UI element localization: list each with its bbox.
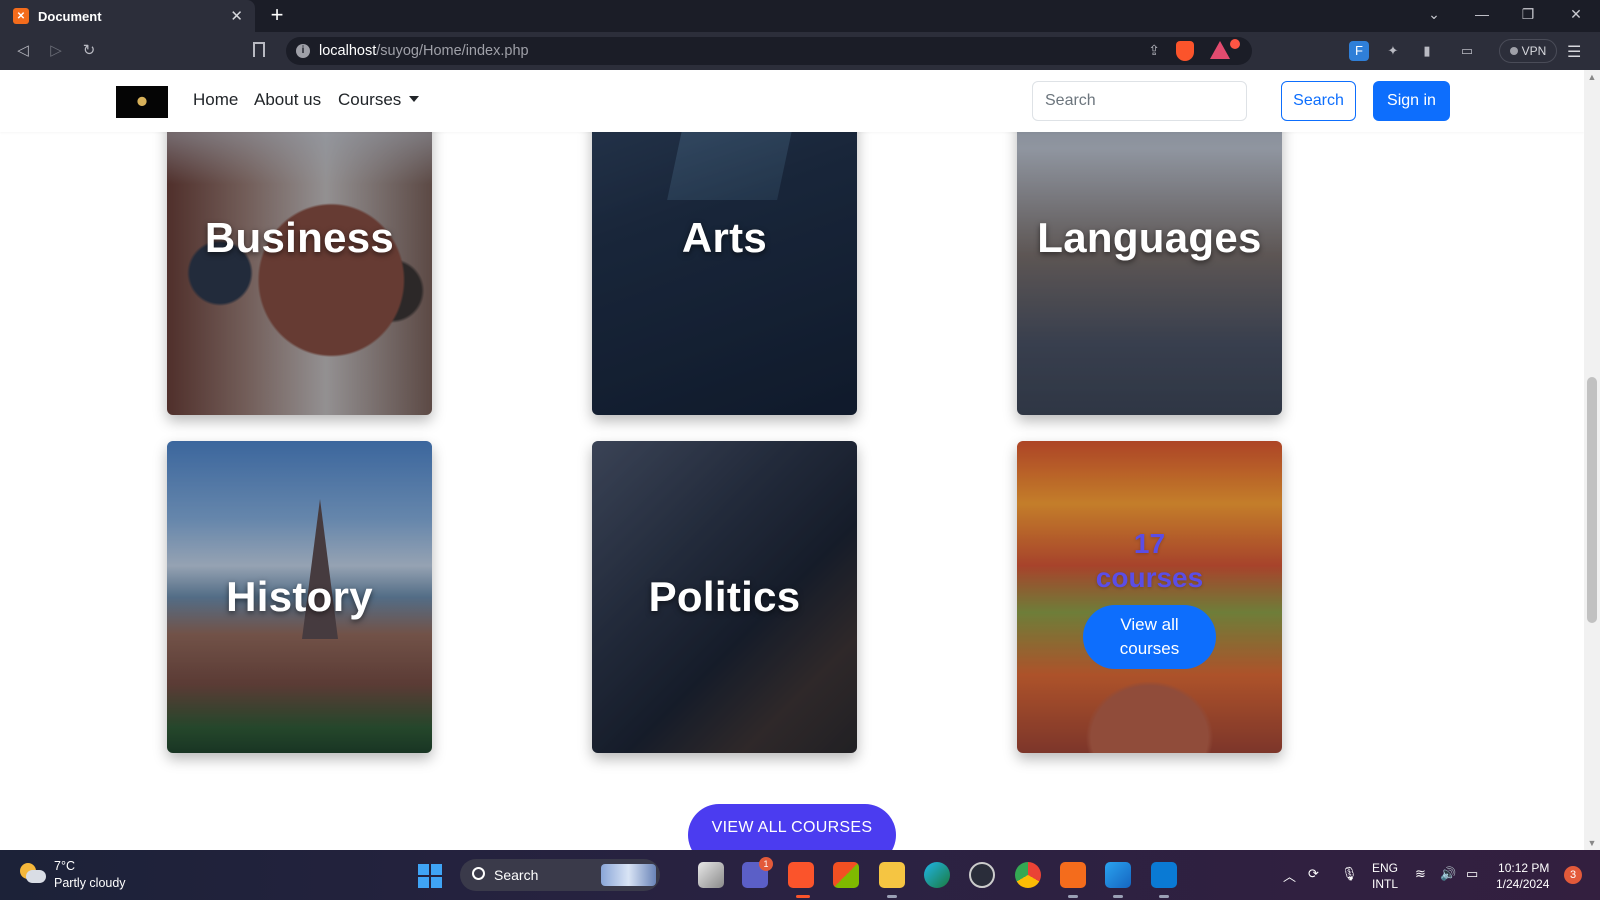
back-icon[interactable]: ◁ bbox=[12, 40, 34, 62]
minimize-icon[interactable]: — bbox=[1468, 6, 1496, 22]
share-icon[interactable]: ⇪ bbox=[1148, 42, 1160, 59]
new-tab-icon[interactable]: + bbox=[265, 2, 289, 28]
scrollbar-thumb[interactable] bbox=[1587, 377, 1597, 623]
caret-down-icon bbox=[409, 96, 420, 102]
search-input[interactable] bbox=[1032, 81, 1247, 121]
search-icon bbox=[472, 867, 485, 880]
weather-temperature[interactable]: 7°C bbox=[54, 859, 75, 873]
time: 10:12 PM bbox=[1498, 861, 1550, 875]
page-viewport: Business Arts Languages History Politics… bbox=[0, 70, 1584, 850]
xampp-icon[interactable] bbox=[1060, 862, 1086, 888]
course-card-politics[interactable]: Politics bbox=[592, 441, 857, 753]
restore-icon[interactable]: ❐ bbox=[1514, 6, 1542, 23]
sync-icon[interactable]: ⟳ bbox=[1308, 866, 1319, 882]
scroll-down-arrow-icon[interactable]: ▼ bbox=[1587, 838, 1597, 848]
brave-rewards-icon[interactable] bbox=[1210, 41, 1230, 59]
sign-in-button[interactable]: Sign in bbox=[1373, 81, 1450, 121]
tab-list-chevron-icon[interactable]: ⌄ bbox=[1420, 6, 1448, 23]
card-title: Languages bbox=[1037, 213, 1262, 261]
date: 1/24/2024 bbox=[1496, 877, 1550, 891]
nav-about-link[interactable]: About us bbox=[254, 90, 321, 110]
partly-cloudy-icon[interactable] bbox=[20, 863, 46, 885]
paint-icon[interactable] bbox=[1105, 862, 1131, 888]
vscode-icon[interactable] bbox=[1151, 862, 1177, 888]
site-info-icon[interactable]: i bbox=[296, 44, 310, 58]
file-explorer-icon[interactable] bbox=[879, 862, 905, 888]
taskbar-search-label: Search bbox=[494, 867, 539, 883]
edge-icon[interactable] bbox=[924, 862, 950, 888]
bookmark-icon[interactable] bbox=[253, 42, 265, 57]
rewards-badge bbox=[1230, 39, 1240, 49]
courses-count: 17 courses bbox=[1096, 527, 1203, 595]
clock[interactable]: 10:12 PM 1/24/2024 bbox=[1496, 860, 1549, 892]
all-courses-card: 17 courses View all courses bbox=[1017, 441, 1282, 753]
forward-icon[interactable]: ▷ bbox=[45, 40, 67, 62]
vpn-label: VPN bbox=[1521, 44, 1547, 58]
reload-icon[interactable]: ↻ bbox=[78, 40, 100, 62]
weather-description[interactable]: Partly cloudy bbox=[54, 876, 126, 890]
close-window-icon[interactable]: ✕ bbox=[1562, 6, 1590, 23]
microsoft-store-icon[interactable] bbox=[833, 862, 859, 888]
chat-badge: 1 bbox=[759, 857, 773, 871]
view-all-courses-card-button[interactable]: View all courses bbox=[1083, 605, 1216, 669]
card-title: Politics bbox=[648, 573, 801, 620]
wifi-icon[interactable]: ≋ bbox=[1415, 866, 1426, 882]
language-indicator[interactable]: ENG INTL bbox=[1372, 860, 1398, 892]
volume-icon[interactable]: 🔊 bbox=[1440, 866, 1456, 882]
sidebar-icon[interactable]: ▮ bbox=[1417, 41, 1437, 61]
page-scrollbar[interactable]: ▲ ▼ bbox=[1584, 70, 1600, 850]
site-navbar: Home About us Courses Search Sign in bbox=[0, 70, 1584, 132]
puzzle-icon[interactable]: ✦ bbox=[1383, 41, 1403, 61]
card-title: History bbox=[226, 573, 373, 620]
browser-menu-icon[interactable]: ☰ bbox=[1567, 42, 1581, 62]
site-logo[interactable] bbox=[116, 86, 168, 118]
courses-count-label: courses bbox=[1095, 562, 1204, 593]
address-bar[interactable]: i localhost/suyog/Home/index.php ⇪ bbox=[286, 37, 1252, 65]
card-title: Business bbox=[204, 213, 395, 261]
microphone-icon[interactable]: 🎙 bbox=[1341, 866, 1358, 882]
search-button[interactable]: Search bbox=[1281, 81, 1356, 121]
course-card-history[interactable]: History bbox=[167, 441, 432, 753]
windows-taskbar: 7°C Partly cloudy Search 1 ︿ ⟳ 🎙 ENG INTL… bbox=[0, 850, 1600, 900]
chevron-up-icon[interactable]: ︿ bbox=[1283, 866, 1296, 885]
task-view-icon[interactable] bbox=[698, 862, 724, 888]
dell-icon[interactable] bbox=[969, 862, 995, 888]
vpn-button[interactable]: VPN bbox=[1499, 39, 1557, 63]
browser-tab-bar: ✕ Document ✕ + ⌄ — ❐ ✕ bbox=[0, 0, 1600, 32]
brave-browser-icon[interactable] bbox=[788, 862, 814, 888]
chrome-icon[interactable] bbox=[1015, 862, 1041, 888]
logo-emblem-icon bbox=[135, 96, 149, 108]
notification-badge[interactable]: 3 bbox=[1564, 866, 1582, 884]
close-tab-icon[interactable]: ✕ bbox=[230, 7, 243, 25]
courses-count-number: 17 bbox=[1133, 528, 1166, 559]
tab-title: Document bbox=[38, 8, 102, 24]
view-all-courses-button[interactable]: VIEW ALL COURSES bbox=[688, 804, 896, 850]
nav-home-link[interactable]: Home bbox=[193, 90, 238, 110]
browser-toolbar: ◁ ▷ ↻ i localhost/suyog/Home/index.php ⇪… bbox=[0, 32, 1600, 70]
brave-shields-icon[interactable] bbox=[1176, 41, 1194, 61]
scroll-up-arrow-icon[interactable]: ▲ bbox=[1587, 72, 1597, 82]
nav-courses-dropdown[interactable]: Courses bbox=[338, 90, 420, 110]
wallet-icon[interactable]: ▭ bbox=[1457, 41, 1477, 61]
browser-tab[interactable]: ✕ Document ✕ bbox=[0, 0, 255, 32]
vpn-status-icon bbox=[1509, 47, 1518, 55]
extension-icon[interactable]: F bbox=[1349, 41, 1369, 61]
search-highlight-image bbox=[601, 864, 656, 886]
xampp-icon: ✕ bbox=[13, 8, 29, 24]
battery-icon[interactable]: ▭ bbox=[1466, 866, 1478, 882]
taskbar-search[interactable]: Search bbox=[460, 859, 660, 891]
card-title: Arts bbox=[681, 213, 768, 261]
url-text[interactable]: localhost/suyog/Home/index.php bbox=[319, 43, 529, 59]
windows-start-icon[interactable] bbox=[418, 864, 442, 888]
